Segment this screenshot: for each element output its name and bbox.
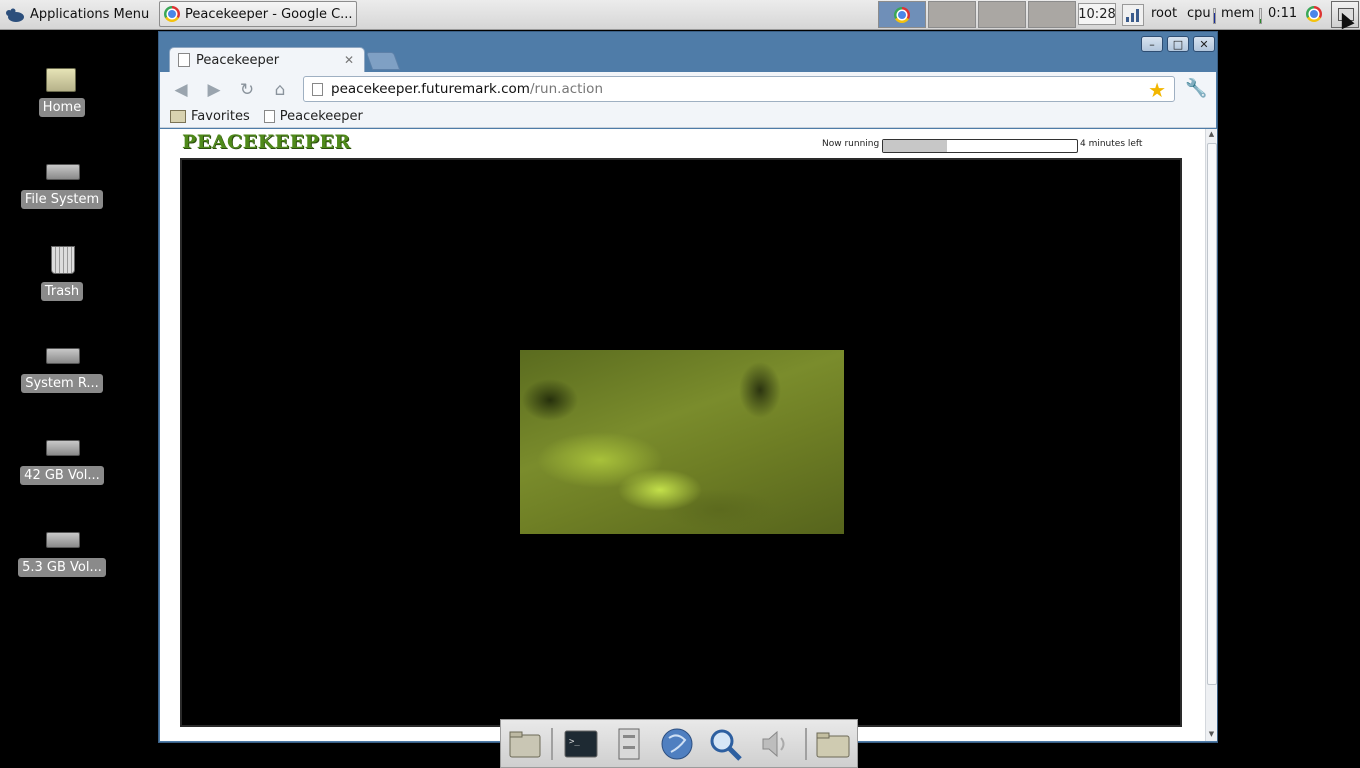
page-icon: [178, 53, 190, 67]
workspace-4[interactable]: [1028, 1, 1076, 28]
scroll-thumb[interactable]: [1207, 143, 1217, 685]
new-tab-button[interactable]: [365, 52, 401, 70]
bookmark-star-icon[interactable]: ★: [1148, 78, 1166, 102]
desktop-icon-label: Trash: [40, 282, 84, 301]
search-icon[interactable]: [707, 726, 743, 762]
cpu-label: cpu: [1187, 6, 1211, 21]
dock-separator: [805, 728, 807, 760]
benchmark-progress-bar: [882, 139, 1078, 153]
time-left-label: 4 minutes left: [1080, 139, 1143, 149]
browser-window: – □ ✕ Peacekeeper ✕ ◀ ▶ ↻ ⌂ peacekeeper.…: [158, 31, 1218, 743]
chrome-tray-icon[interactable]: [1306, 6, 1322, 22]
desktop-icon-label: 42 GB Vol...: [20, 466, 104, 485]
bookmarks-bar: Favorites Peacekeeper: [160, 106, 1216, 128]
home-icon[interactable]: ⌂: [269, 79, 291, 101]
page-icon: [263, 110, 275, 123]
desktop-icon-label: File System: [20, 190, 104, 209]
scroll-down-icon[interactable]: ▼: [1207, 730, 1216, 740]
bookmark-label: Peacekeeper: [279, 109, 363, 124]
bookmark-peacekeeper[interactable]: Peacekeeper: [263, 109, 363, 124]
file-cabinet-icon[interactable]: [611, 726, 647, 762]
page-icon: [312, 82, 323, 96]
bookmark-favorites[interactable]: Favorites: [170, 109, 250, 124]
workspace-1[interactable]: [878, 1, 926, 28]
file-manager-icon[interactable]: [507, 726, 543, 762]
desktop-icon-file-system[interactable]: File System: [20, 154, 104, 209]
taskbar-window-title: Peacekeeper - Google C...: [185, 6, 353, 22]
desktop-icon-system-reserved[interactable]: System R...: [20, 338, 104, 393]
minimize-button[interactable]: –: [1141, 36, 1163, 52]
browser-tab[interactable]: Peacekeeper ✕: [169, 47, 365, 72]
close-window-button[interactable]: ✕: [1193, 36, 1215, 52]
reload-icon[interactable]: ↻: [236, 79, 258, 101]
taskbar-window-button[interactable]: Peacekeeper - Google C...: [159, 1, 357, 27]
volume-icon[interactable]: [757, 726, 793, 762]
desktop-icon-label: System R...: [21, 374, 103, 393]
cpu-meter: [1213, 8, 1216, 24]
user-label: root: [1151, 6, 1178, 21]
applications-menu-label: Applications Menu: [30, 7, 150, 22]
mem-label: mem: [1221, 6, 1255, 21]
web-browser-icon[interactable]: [659, 726, 695, 762]
url-path: /run.action: [529, 81, 603, 97]
drive-icon: [46, 154, 80, 184]
address-bar[interactable]: peacekeeper.futuremark.com/run.action ★: [303, 76, 1175, 102]
now-running-label: Now running: [822, 139, 880, 149]
close-tab-icon[interactable]: ✕: [344, 53, 354, 67]
svg-text:>_: >_: [569, 737, 580, 747]
folder-icon[interactable]: [815, 726, 851, 762]
drive-icon: [46, 522, 80, 552]
desktop-icon-home[interactable]: Home: [20, 62, 104, 117]
folder-icon: [170, 110, 186, 123]
desktop-icon-trash[interactable]: Trash: [20, 246, 104, 301]
desktop-icon-5gb-volume[interactable]: 5.3 GB Vol...: [18, 522, 106, 577]
benchmark-canvas: [182, 160, 1180, 725]
url-host: peacekeeper.futuremark.com: [331, 81, 530, 97]
browser-toolbar: ◀ ▶ ↻ ⌂ peacekeeper.futuremark.com/run.a…: [160, 72, 1216, 106]
network-signal-icon[interactable]: [1122, 4, 1144, 26]
peacekeeper-logo[interactable]: PEACEKEEPER: [182, 131, 351, 153]
wrench-menu-icon[interactable]: 🔧: [1185, 78, 1207, 99]
workspace-3[interactable]: [978, 1, 1026, 28]
forward-icon[interactable]: ▶: [203, 79, 225, 101]
desktop-icon-42gb-volume[interactable]: 42 GB Vol...: [20, 430, 104, 485]
page-content: PEACEKEEPER Now running 4 minutes left: [160, 129, 1205, 741]
workspace-pager: [878, 1, 1076, 28]
applications-menu-button[interactable]: Applications Menu: [4, 3, 149, 26]
drive-icon: [46, 338, 80, 368]
bookmark-label: Favorites: [191, 109, 250, 124]
rendered-texture-image: [520, 350, 844, 534]
maximize-button[interactable]: □: [1167, 36, 1189, 52]
top-panel: Applications Menu Peacekeeper - Google C…: [0, 0, 1360, 30]
dock-separator: [551, 728, 553, 760]
chrome-icon: [164, 6, 180, 22]
trash-icon: [46, 246, 78, 276]
back-icon[interactable]: ◀: [170, 79, 192, 101]
chrome-icon: [894, 6, 910, 23]
xfce-mouse-icon: [6, 8, 24, 22]
tab-title: Peacekeeper: [196, 52, 280, 68]
home-folder-icon: [46, 62, 78, 92]
workspace-2[interactable]: [928, 1, 976, 28]
dock-panel: >_: [500, 719, 858, 768]
terminal-icon[interactable]: >_: [563, 726, 599, 762]
desktop-icon-label: 5.3 GB Vol...: [18, 558, 106, 577]
vertical-scrollbar[interactable]: ▲ ▼: [1205, 129, 1217, 741]
mem-meter: [1259, 8, 1262, 24]
scroll-up-icon[interactable]: ▲: [1207, 130, 1216, 140]
drive-icon: [46, 430, 80, 460]
desktop-icon-label: Home: [38, 98, 86, 117]
uptime-label: 0:11: [1268, 6, 1298, 21]
progress-fill: [883, 140, 948, 152]
clock[interactable]: 10:28: [1078, 3, 1116, 25]
